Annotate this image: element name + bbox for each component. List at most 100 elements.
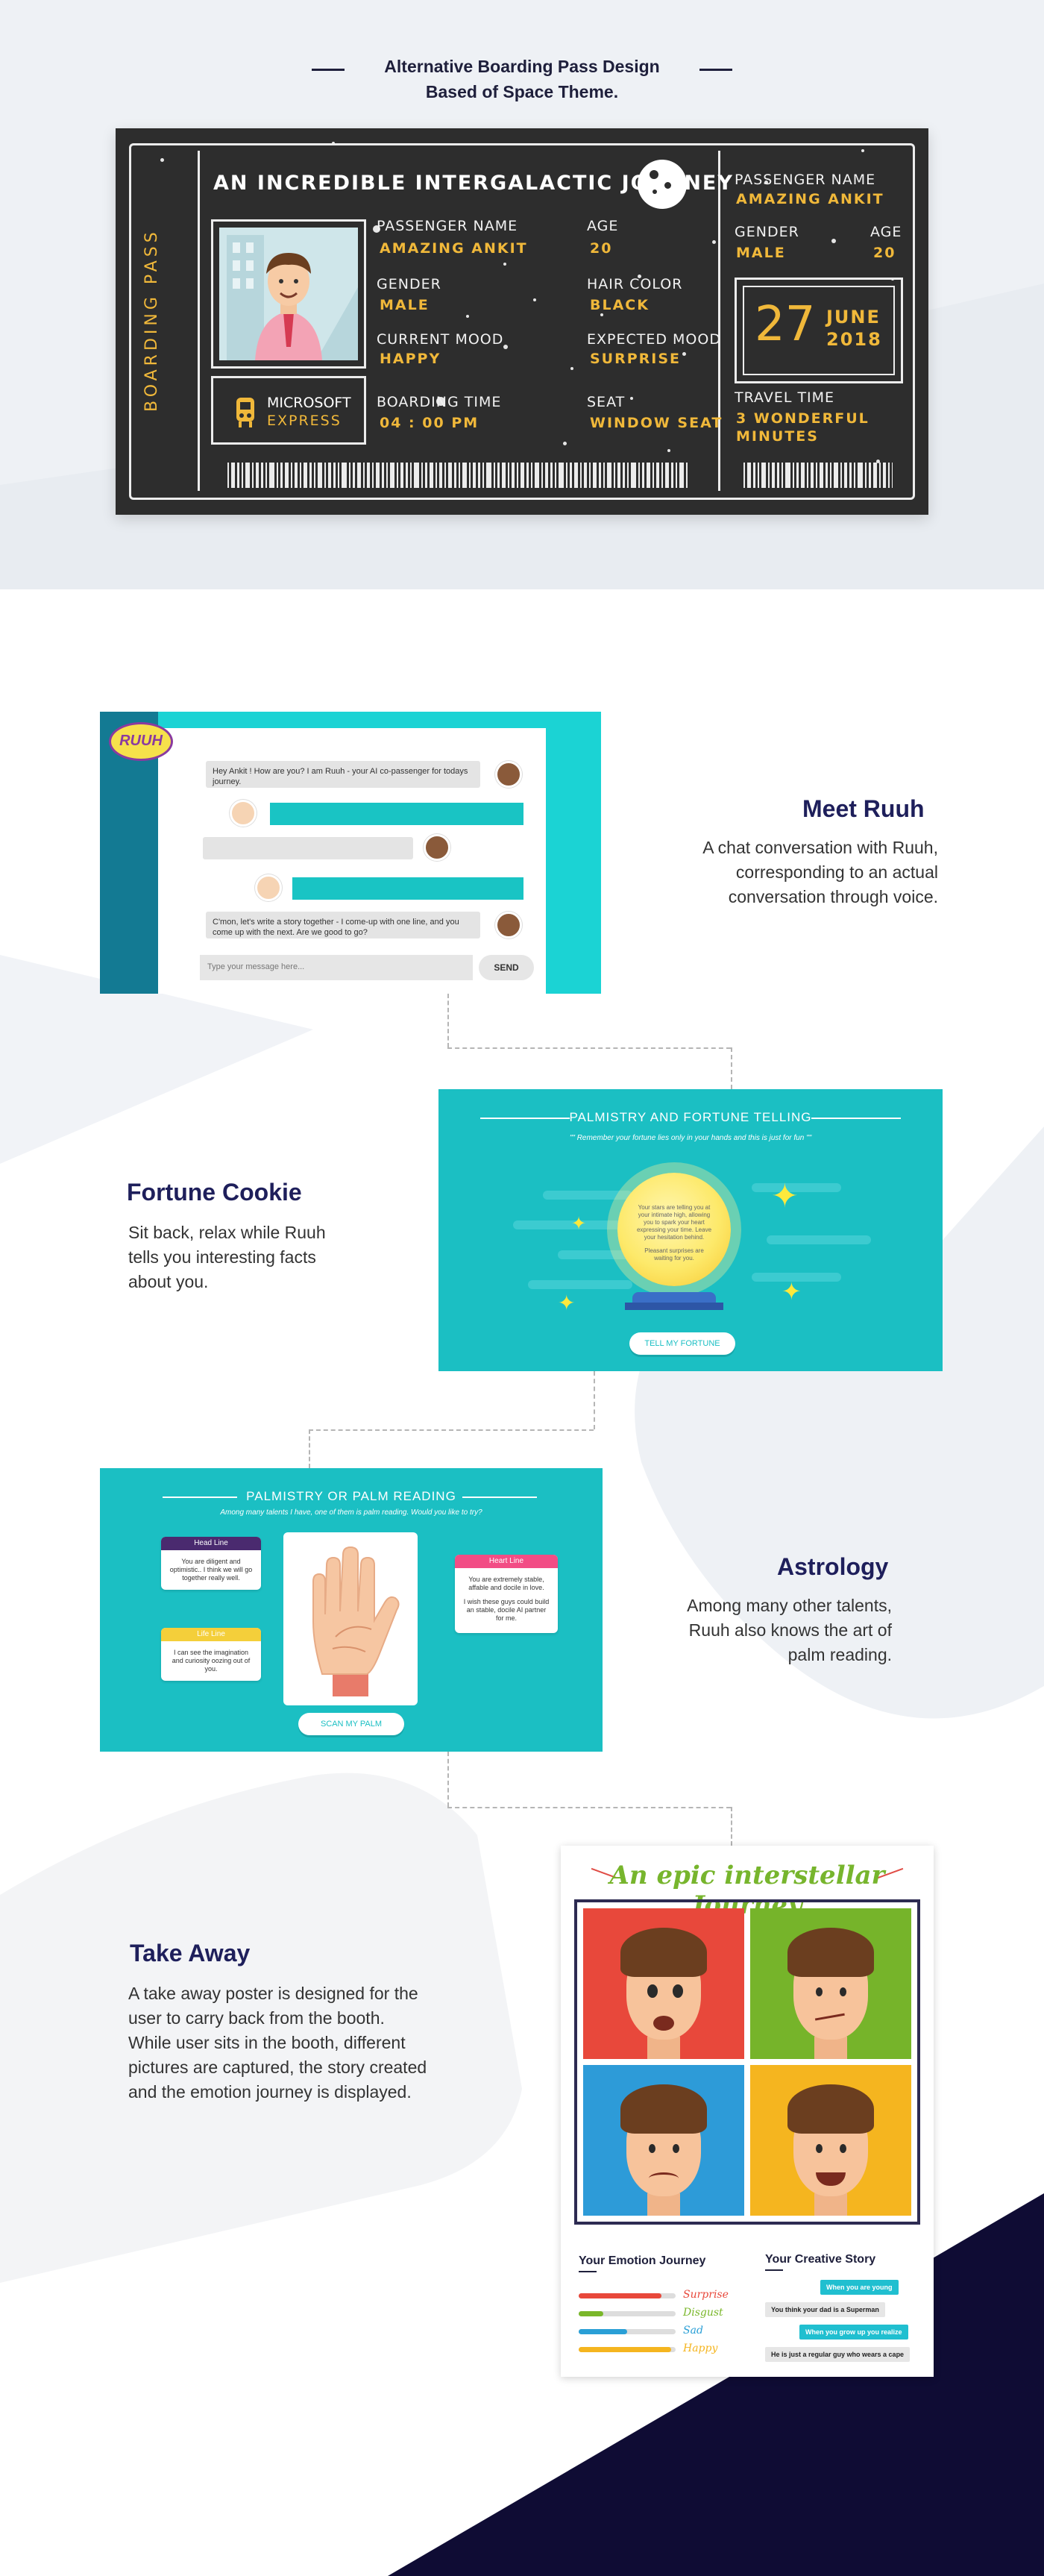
header-line-2: Based of Space Theme.: [425, 82, 619, 101]
emotion-bar-fill: [579, 2311, 603, 2316]
life-line-note: Life Line I can see the imagination and …: [161, 1628, 261, 1681]
chat-window: Hey Ankit ! How are you? I am Ruuh - you…: [158, 728, 546, 994]
meet-ruuh-line-3: conversation through voice.: [728, 887, 938, 906]
story-line: He is just a regular guy who wears a cap…: [765, 2347, 911, 2362]
surprise-photo: [583, 1908, 744, 2059]
boarding-pass: BOARDING PASS AN INCREDIBLE INTERGALACTI…: [116, 128, 928, 515]
logo-text-bottom: EXPRESS: [267, 413, 342, 429]
meet-ruuh-line-1: A chat conversation with Ruuh,: [702, 838, 938, 857]
story-line: When you grow up you realize: [799, 2325, 908, 2340]
story-line: When you are young: [820, 2280, 899, 2295]
pass-divider-right: [718, 151, 720, 491]
heart-line-note: Heart Line You are extremely stable, aff…: [455, 1555, 558, 1633]
expected-mood-value: SURPRISE: [590, 351, 682, 367]
scan-my-palm-button[interactable]: SCAN MY PALM: [298, 1713, 404, 1735]
current-mood-label: CURRENT MOOD: [377, 331, 504, 348]
meet-ruuh-text: A chat conversation with Ruuh, correspon…: [656, 836, 938, 909]
life-line-text: I can see the imagination and curiosity …: [172, 1649, 251, 1673]
astrology-line-3: palm reading.: [787, 1645, 892, 1664]
astrology-text: Among many other talents, Ruuh also know…: [638, 1593, 892, 1667]
heart-line-text-1: You are extremely stable, affable and do…: [468, 1576, 544, 1591]
passenger-photo: [211, 219, 366, 369]
page-header: Alternative Boarding Pass Design Based o…: [0, 54, 1044, 104]
date-year: 2018: [826, 329, 882, 350]
connector: [731, 1807, 732, 1846]
user-avatar: [230, 800, 257, 827]
chat-message-2: C'mon, let's write a story together - I …: [206, 912, 480, 938]
moon-icon: [638, 160, 687, 209]
emotion-label: Happy: [683, 2342, 718, 2354]
life-line-tag: Life Line: [161, 1628, 261, 1641]
chat-message-1: Hey Ankit ! How are you? I am Ruuh - you…: [206, 761, 480, 788]
take-away-title: Take Away: [130, 1940, 251, 1967]
emotion-photo-grid: [574, 1899, 920, 2225]
fortune-line-2: tells you interesting facts: [128, 1247, 316, 1267]
take-away-line-2: user to carry back from the booth.: [128, 2008, 385, 2028]
tell-my-fortune-button[interactable]: TELL MY FORTUNE: [629, 1332, 735, 1355]
fortune-line-1: Sit back, relax while Ruuh: [128, 1223, 326, 1242]
creative-story-heading: Your Creative Story: [765, 2253, 876, 2266]
story-line: You think your dad is a Superman: [765, 2302, 885, 2317]
crystal-ball-base: [625, 1303, 723, 1310]
passenger-avatar-icon: [227, 235, 358, 360]
age-value: 20: [590, 240, 613, 257]
head-line-text: You are diligent and optimistic.. I thin…: [169, 1558, 253, 1582]
emotion-journey-heading: Your Emotion Journey: [579, 2254, 706, 2267]
astrology-title: Astrology: [777, 1553, 889, 1580]
stub-passenger-value: AMAZING ANKIT: [736, 191, 884, 207]
take-away-line-5: and the emotion journey is displayed.: [128, 2082, 412, 2102]
take-away-text: A take away poster is designed for the u…: [128, 1981, 479, 2105]
passenger-name-label: PASSENGER NAME: [377, 218, 518, 234]
hair-color-label: HAIR COLOR: [587, 276, 683, 292]
chat-input[interactable]: Type your message here...: [200, 955, 473, 980]
current-mood-value: HAPPY: [380, 351, 441, 367]
chat-user-bubble-1: [270, 803, 523, 825]
sparkle-icon: ✦: [558, 1291, 576, 1314]
meet-ruuh-title: Meet Ruuh: [802, 795, 925, 822]
stub-gender-value: MALE: [736, 245, 786, 261]
gender-value: MALE: [380, 297, 430, 313]
passenger-name-value: AMAZING ANKIT: [380, 240, 528, 257]
emotion-label: Surprise: [683, 2289, 729, 2301]
stub-age-value: 20: [873, 245, 896, 261]
train-icon: [236, 398, 254, 427]
disgust-photo: [750, 1908, 911, 2059]
logo-text-top: MICROSOFT: [267, 395, 351, 411]
connector: [447, 1752, 449, 1807]
heart-line-text-2: I wish these guys could build an stable,…: [463, 1598, 550, 1622]
fortune-line-3: about you.: [128, 1272, 209, 1291]
connector: [594, 1371, 595, 1429]
stub-age-label: AGE: [870, 224, 902, 240]
boarding-time-value: 04 : 00 PM: [380, 415, 479, 431]
hand-icon: [312, 1546, 400, 1696]
boarding-pass-label: BOARDING PASS: [142, 228, 161, 412]
connector: [447, 1807, 731, 1808]
hair-color-value: BLACK: [590, 297, 650, 313]
barcode-main: [227, 463, 690, 488]
boarding-time-label: BOARDING TIME: [377, 394, 502, 410]
take-away-poster: An epic interstellar Journey Your Emotio…: [561, 1846, 934, 2377]
emotion-label: Disgust: [683, 2307, 723, 2319]
pass-divider-left: [198, 151, 200, 491]
take-away-line-1: A take away poster is designed for the: [128, 1984, 418, 2003]
emotion-bar-fill: [579, 2293, 661, 2298]
happy-photo: [750, 2065, 911, 2216]
palm-image: [283, 1532, 418, 1705]
fortune-card-subheading: "" Remember your fortune lies only in yo…: [569, 1134, 812, 1142]
user-avatar: [255, 874, 282, 901]
connector: [447, 994, 449, 1047]
chat-user-bubble-2: [292, 877, 523, 900]
send-button[interactable]: SEND: [479, 955, 534, 980]
chat-screenshot: Hey Ankit ! How are you? I am Ruuh - you…: [100, 712, 601, 994]
travel-date: 27 JUNE 2018: [735, 278, 903, 383]
travel-time-label: TRAVEL TIME: [735, 389, 835, 406]
travel-time-value-1: 3 WONDERFUL: [736, 410, 870, 427]
stub-passenger-label: PASSENGER NAME: [735, 172, 876, 188]
fortune-text-1: Your stars are telling you at your intim…: [636, 1204, 712, 1241]
connector: [309, 1429, 310, 1468]
age-label: AGE: [587, 218, 619, 234]
stub-gender-label: GENDER: [735, 224, 799, 240]
header-line-1: Alternative Boarding Pass Design: [384, 57, 660, 76]
crystal-ball: Your stars are telling you at your intim…: [617, 1173, 731, 1286]
date-day: 27: [755, 297, 816, 352]
